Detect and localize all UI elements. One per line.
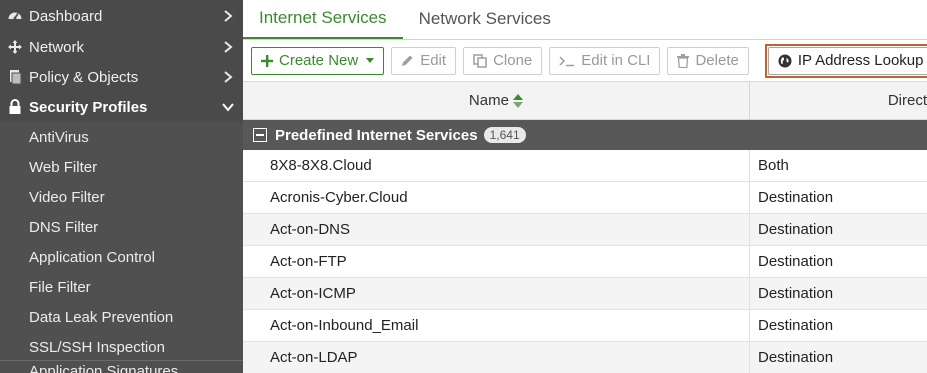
trash-icon (677, 53, 690, 68)
ip-address-lookup-label: IP Address Lookup (797, 52, 924, 69)
sidebar-item-label: Policy & Objects (29, 68, 139, 86)
cell-direction: Destination (758, 189, 834, 206)
cell-direction: Destination (758, 253, 834, 270)
cell-direction: Destination (758, 317, 834, 334)
sidebar-subitem-label: Application Control (29, 248, 155, 266)
main-panel: Internet Services Network Services Creat… (243, 0, 927, 373)
sidebar-item-network[interactable]: Network (0, 32, 243, 62)
globe-icon (778, 54, 792, 68)
cell-name: Act-on-Inbound_Email (243, 310, 750, 341)
sidebar-subitem-file-filter[interactable]: File Filter (0, 272, 243, 302)
dashboard-icon (6, 7, 24, 25)
sidebar-subitem-dns-filter[interactable]: DNS Filter (0, 212, 243, 242)
ip-lookup-highlight: IP Address Lookup (764, 43, 927, 78)
clone-label: Clone (493, 52, 533, 69)
cell-name: Act-on-DNS (243, 214, 750, 245)
cell-name: Act-on-ICMP (243, 278, 750, 309)
pencil-icon (401, 54, 414, 67)
tab-internet-services[interactable]: Internet Services (243, 0, 403, 39)
sidebar-subitem-label: File Filter (29, 278, 91, 296)
sidebar-subitem-antivirus[interactable]: AntiVirus (0, 122, 243, 152)
sidebar-subitem-ssl-ssh-inspection[interactable]: SSL/SSH Inspection (0, 332, 243, 362)
table-row[interactable]: 8X8-8X8.Cloud Both (243, 150, 927, 182)
table-row[interactable]: Act-on-DNS Destination (243, 214, 927, 246)
create-new-button[interactable]: Create New (251, 46, 385, 75)
cell-direction: Destination (758, 221, 834, 238)
toolbar: Create New Edit Clone Edit in CLI Delete… (243, 40, 927, 82)
sidebar-item-label: Security Profiles (29, 98, 148, 116)
collapse-icon[interactable] (253, 128, 267, 142)
tab-label: Network Services (418, 9, 551, 28)
table-row[interactable]: Act-on-FTP Destination (243, 246, 927, 278)
cell-name: Act-on-FTP (243, 246, 750, 277)
caret-down-icon (366, 58, 375, 63)
sidebar-subitem-label: Application Signatures (29, 363, 179, 373)
group-label: Predefined Internet Services (275, 126, 478, 144)
column-header-direction[interactable]: Direct (750, 82, 927, 119)
sidebar-subitem-application-control[interactable]: Application Control (0, 242, 243, 272)
edit-button[interactable]: Edit (391, 46, 457, 75)
sidebar-subitem-label: Web Filter (29, 158, 98, 176)
chevron-right-icon (221, 70, 235, 84)
chevron-down-icon (221, 100, 235, 114)
sidebar-subitem-application-signatures[interactable]: Application Signatures (29, 363, 178, 373)
sidebar-subitem-label: DNS Filter (29, 218, 99, 236)
sidebar-subitem-label: AntiVirus (29, 128, 89, 146)
count-badge: 1,641 (483, 127, 526, 143)
cell-direction: Destination (758, 285, 834, 302)
edit-in-cli-label: Edit in CLI (581, 52, 651, 69)
cell-name: 8X8-8X8.Cloud (243, 150, 750, 181)
tab-label: Internet Services (259, 8, 387, 27)
sidebar-item-label: Dashboard (29, 7, 103, 25)
column-header-label: Direct (887, 92, 927, 109)
move-arrows-icon (6, 38, 24, 56)
plus-icon (261, 54, 273, 67)
clone-icon (473, 53, 487, 68)
table-row[interactable]: Acronis-Cyber.Cloud Destination (243, 182, 927, 214)
chevron-right-icon (221, 40, 235, 54)
terminal-icon (559, 55, 575, 67)
cell-name: Act-on-LDAP (243, 342, 750, 373)
app-root: Dashboard Network Policy & Objects Secur… (0, 0, 927, 373)
delete-label: Delete (695, 52, 739, 69)
sidebar-divider (0, 360, 243, 361)
tab-network-services[interactable]: Network Services (403, 0, 567, 39)
delete-button[interactable]: Delete (667, 46, 749, 75)
edit-label: Edit (420, 52, 447, 69)
sort-icon[interactable] (512, 93, 523, 108)
create-new-label: Create New (279, 52, 359, 69)
sidebar-subitem-web-filter[interactable]: Web Filter (0, 152, 243, 182)
cell-direction: Destination (758, 349, 834, 366)
cell-direction: Both (758, 157, 789, 174)
sidebar-subitem-data-leak-prevention[interactable]: Data Leak Prevention (0, 302, 243, 332)
column-header-label: Name (468, 92, 509, 109)
lock-icon (6, 98, 24, 116)
table-row[interactable]: Act-on-ICMP Destination (243, 278, 927, 310)
table-header: Name Direct (243, 82, 927, 120)
column-header-name[interactable]: Name (243, 82, 750, 119)
table-row[interactable]: Act-on-LDAP Destination (243, 342, 927, 373)
policy-document-icon (6, 68, 24, 86)
sidebar-subitem-label: SSL/SSH Inspection (29, 338, 165, 356)
sidebar: Dashboard Network Policy & Objects Secur… (0, 0, 243, 373)
clone-button[interactable]: Clone (463, 46, 543, 75)
edit-in-cli-button[interactable]: Edit in CLI (549, 46, 661, 75)
table-row[interactable]: Act-on-Inbound_Email Destination (243, 310, 927, 342)
ip-address-lookup-button[interactable]: IP Address Lookup (767, 46, 927, 75)
chevron-right-icon (221, 9, 235, 23)
sidebar-subitem-video-filter[interactable]: Video Filter (0, 182, 243, 212)
group-row-predefined[interactable]: Predefined Internet Services 1,641 (243, 120, 927, 150)
sidebar-item-policy-objects[interactable]: Policy & Objects (0, 62, 243, 92)
sidebar-subitem-label: Data Leak Prevention (29, 308, 174, 326)
sidebar-subitem-label: Video Filter (29, 188, 105, 206)
cell-name: Acronis-Cyber.Cloud (243, 182, 750, 213)
sidebar-item-label: Network (29, 38, 85, 56)
sidebar-item-security-profiles[interactable]: Security Profiles (0, 92, 243, 122)
sidebar-item-dashboard[interactable]: Dashboard (0, 0, 243, 32)
tab-bar: Internet Services Network Services (243, 0, 927, 40)
